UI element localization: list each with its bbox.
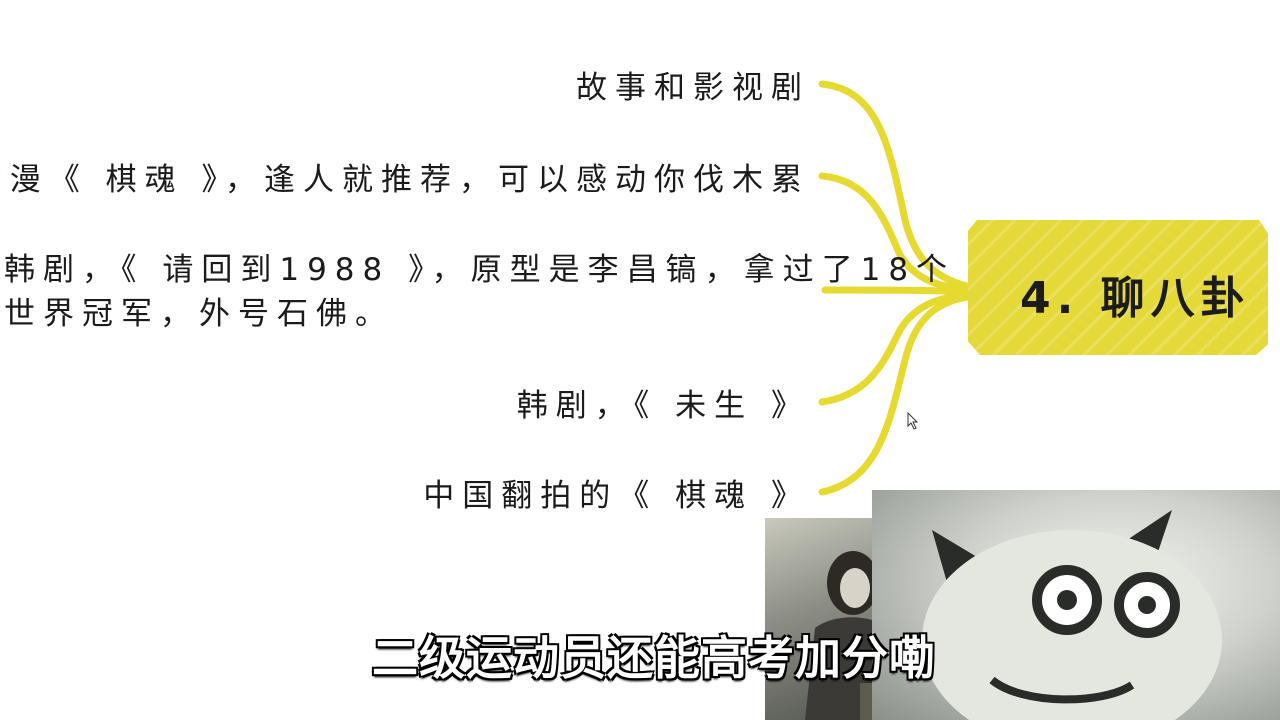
branch-label-1: 故事和影视剧 — [576, 70, 810, 106]
mouse-pointer-icon — [907, 412, 919, 430]
branch-label-4: 韩剧，《 未生 》 — [516, 388, 810, 424]
branch-label-5: 中国翻拍的《 棋魂 》 — [423, 478, 810, 514]
branch-label-3b: 世界冠军，外号石佛。 — [4, 296, 394, 332]
video-subtitle: 二级运动员还能高考加分嘞 — [372, 631, 936, 685]
central-topic-title: 4. 聊八卦 — [1020, 273, 1251, 324]
face-shape — [840, 568, 870, 608]
branch-label-3a: 韩剧，《 请回到1988 》，原型是李昌镐，拿过了18个 — [4, 252, 956, 288]
branch-label-2: 动漫《 棋魂 》，逢人就推荐，可以感动你伐木累 — [0, 162, 810, 198]
